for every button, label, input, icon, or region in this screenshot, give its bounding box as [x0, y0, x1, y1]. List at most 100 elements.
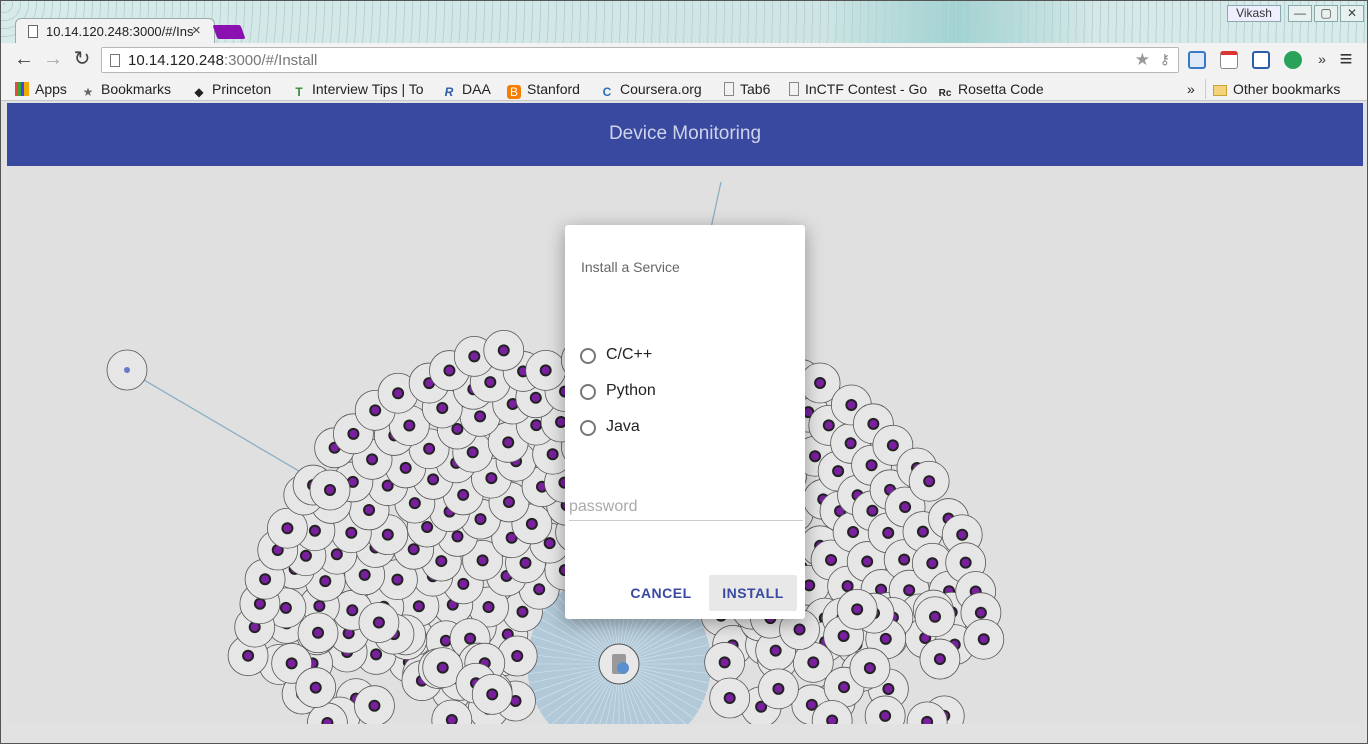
device-node-core: [849, 528, 858, 537]
close-tab-icon[interactable]: ×: [192, 22, 201, 39]
bookmark-apps[interactable]: Apps: [15, 79, 67, 99]
device-node-core: [287, 659, 296, 668]
bookmark-tab6[interactable]: Tab6: [724, 79, 770, 99]
bookmark-bookmarks[interactable]: ★ Bookmarks: [81, 79, 171, 99]
device-node-core: [478, 556, 487, 565]
minimize-button[interactable]: —: [1288, 5, 1312, 22]
device-node-core: [360, 570, 369, 579]
device-node-core: [405, 421, 414, 430]
device-node-core: [918, 527, 927, 536]
bookmark-interview-tips[interactable]: T Interview Tips | To: [292, 79, 432, 99]
bookmark-label: InCTF Contest - Go: [805, 81, 927, 97]
device-node-core: [499, 346, 508, 355]
pushbullet-icon[interactable]: [1284, 51, 1302, 69]
extension-cast-icon[interactable]: [1188, 51, 1206, 69]
device-node-core: [834, 467, 843, 476]
device-node-core: [888, 441, 897, 450]
radio-circle[interactable]: [580, 348, 596, 364]
close-window-button[interactable]: ✕: [1340, 5, 1364, 22]
princeton-icon: ◆: [194, 85, 204, 99]
device-node-core: [504, 497, 513, 506]
password-field[interactable]: [569, 493, 803, 521]
device-node-core: [865, 664, 874, 673]
globe-icon: [617, 662, 629, 674]
cancel-button[interactable]: CANCEL: [627, 575, 695, 611]
device-node-core: [824, 421, 833, 430]
device-node-core: [847, 401, 856, 410]
device-node-core: [507, 533, 516, 542]
url-text: 10.14.120.248:3000/#/Install: [128, 52, 317, 69]
device-node-core: [409, 545, 418, 554]
device-node-core: [383, 530, 392, 539]
r-icon: R: [444, 85, 454, 99]
device-node-core: [370, 701, 379, 710]
browser-tab[interactable]: 10.14.120.248:3000/#/Install ×: [15, 18, 215, 45]
menu-icon[interactable]: ≡: [1335, 48, 1357, 70]
tab-strip: 10.14.120.248:3000/#/Install × Vikash — …: [1, 1, 1367, 45]
device-node-core: [414, 602, 423, 611]
bookmark-rosetta[interactable]: Rc Rosetta Code: [938, 79, 1044, 99]
screenshot-extension-icon[interactable]: [1252, 51, 1270, 69]
device-node-core: [394, 389, 403, 398]
address-bar[interactable]: 10.14.120.248:3000/#/Install ★ ⚷: [101, 47, 1179, 73]
device-node-core: [827, 555, 836, 564]
browser-window: 10.14.120.248:3000/#/Install × Vikash — …: [0, 0, 1368, 744]
device-node-core: [535, 585, 544, 594]
bookmark-label: Stanford: [527, 81, 580, 97]
profile-button[interactable]: Vikash: [1227, 5, 1281, 22]
device-node-core: [349, 429, 358, 438]
bookmark-label: Apps: [35, 81, 67, 97]
dialog-title: Install a Service: [581, 259, 680, 275]
device-node-core: [476, 515, 485, 524]
bookmark-inctf[interactable]: InCTF Contest - Go: [789, 79, 927, 99]
other-bookmarks[interactable]: Other bookmarks: [1205, 79, 1340, 99]
install-service-dialog: Install a Service C/C++ Python Java CANC…: [565, 225, 805, 619]
bookmark-stanford[interactable]: B Stanford: [507, 79, 580, 99]
back-icon[interactable]: ←: [13, 48, 35, 70]
bookmark-star-icon[interactable]: ★: [1135, 50, 1150, 70]
coursera-icon: C: [602, 85, 612, 99]
device-node-core: [383, 481, 392, 490]
device-node-core: [310, 526, 319, 535]
device-node-core: [441, 636, 450, 645]
bookmark-princeton[interactable]: ◆ Princeton: [192, 79, 271, 99]
bookmark-label: Coursera.org: [620, 81, 702, 97]
page-info-icon[interactable]: [110, 54, 120, 67]
new-tab-button[interactable]: [212, 25, 246, 39]
install-button[interactable]: INSTALL: [709, 575, 797, 611]
reload-icon[interactable]: ↻: [71, 48, 93, 70]
bookmark-label: Rosetta Code: [958, 81, 1044, 97]
bookmark-coursera[interactable]: C Coursera.org: [600, 79, 702, 99]
bookmark-label: Bookmarks: [101, 81, 172, 97]
device-node-core: [348, 477, 357, 486]
bookmarks-overflow[interactable]: »: [1187, 79, 1195, 99]
device-node-core: [869, 419, 878, 428]
maximize-button[interactable]: ▢: [1314, 5, 1338, 22]
device-node-core: [840, 683, 849, 692]
bookmark-daa[interactable]: R DAA: [442, 79, 491, 99]
calendar-extension-icon[interactable]: [1220, 51, 1238, 69]
device-node-core: [853, 605, 862, 614]
device-node-core: [513, 652, 522, 661]
device-node-core: [541, 366, 550, 375]
radio-circle[interactable]: [580, 384, 596, 400]
device-node-core: [487, 474, 496, 483]
extensions-overflow[interactable]: »: [1311, 48, 1333, 70]
device-node-core: [447, 716, 456, 724]
device-node-core: [445, 366, 454, 375]
device-node-core: [976, 608, 985, 617]
device-node-core: [429, 475, 438, 484]
device-node-core: [508, 399, 517, 408]
device-node-core: [371, 406, 380, 415]
forward-icon[interactable]: →: [42, 48, 64, 70]
device-node-core: [884, 684, 893, 693]
page-icon: [28, 25, 38, 38]
radio-circle[interactable]: [580, 420, 596, 436]
key-icon[interactable]: ⚷: [1160, 51, 1170, 68]
device-node-core: [771, 646, 780, 655]
device-node-core: [250, 623, 259, 632]
radio-label: Python: [606, 382, 656, 399]
device-node-core: [867, 461, 876, 470]
device-node-core: [438, 663, 447, 672]
bookmark-label: Tab6: [740, 81, 771, 97]
